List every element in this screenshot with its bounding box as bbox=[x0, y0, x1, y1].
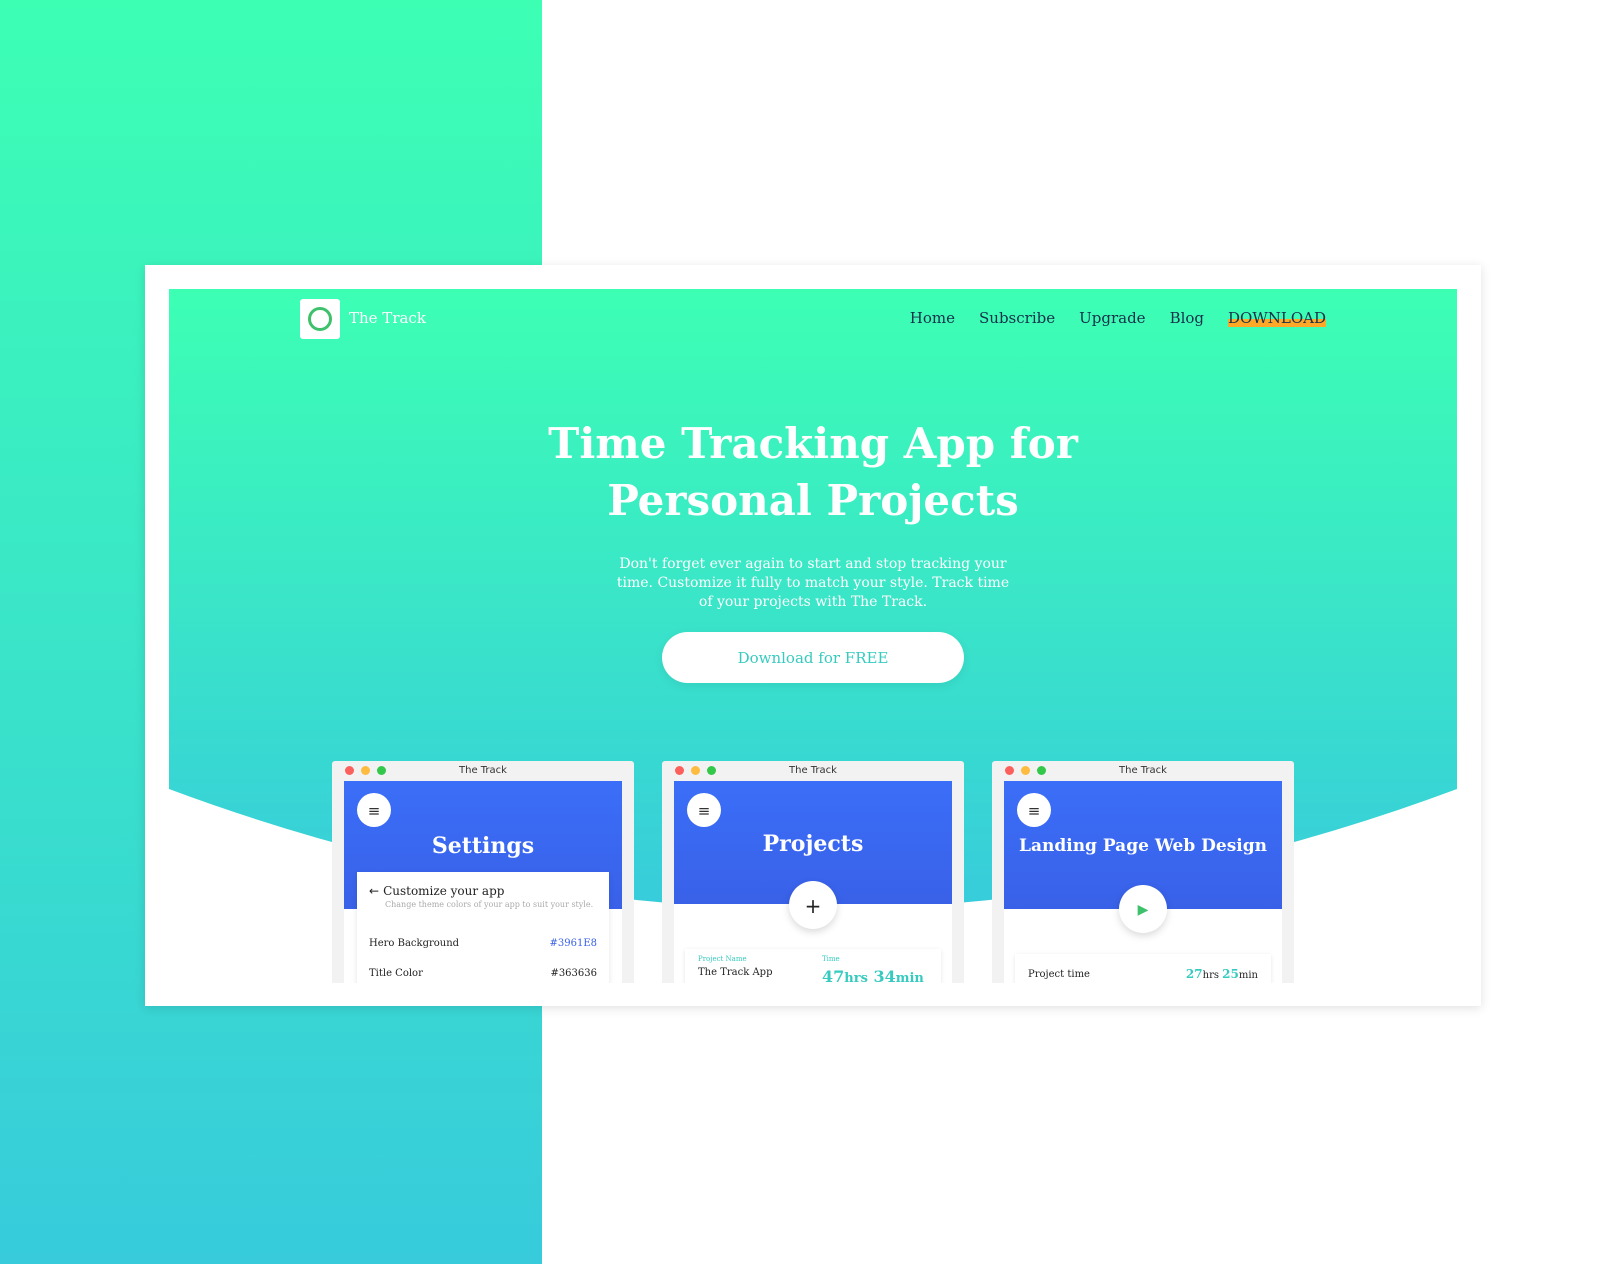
hours-unit: hrs bbox=[1202, 970, 1219, 981]
panel-header[interactable]: ← Customize your app bbox=[369, 884, 504, 898]
project-card[interactable]: Project Name The Track App Time 47hrs 34… bbox=[685, 949, 941, 983]
download-free-button[interactable]: Download for FREE bbox=[662, 632, 964, 683]
minutes-unit: min bbox=[1238, 970, 1258, 981]
play-icon[interactable]: ▶ bbox=[1119, 885, 1167, 933]
window-titlebar: The Track bbox=[662, 761, 964, 781]
project-time-label: Project time bbox=[1028, 969, 1090, 980]
landing-hero: The Track Home Subscribe Upgrade Blog DO… bbox=[169, 289, 1457, 983]
window-titlebar: The Track bbox=[992, 761, 1294, 781]
nav-item-subscribe[interactable]: Subscribe bbox=[979, 309, 1055, 327]
nav-item-download[interactable]: DOWNLOAD bbox=[1228, 309, 1326, 327]
setting-label: Title Color bbox=[369, 968, 423, 979]
project-time-card: Project time 27hrs 25min bbox=[1015, 954, 1271, 983]
time-minutes: 34 bbox=[873, 967, 896, 983]
hours-value: 27 bbox=[1185, 967, 1203, 981]
ring-logo-icon bbox=[308, 307, 332, 331]
window-title: The Track bbox=[789, 765, 837, 776]
project-time: 47hrs 34min bbox=[822, 967, 924, 983]
window-titlebar: The Track bbox=[332, 761, 634, 781]
brand-name[interactable]: The Track bbox=[349, 309, 426, 327]
window-title: The Track bbox=[1119, 765, 1167, 776]
back-arrow-icon[interactable]: ← bbox=[369, 884, 379, 898]
app-window-projects: The Track ≡ Projects + Project Name The … bbox=[662, 761, 964, 983]
app-screen: ≡ Projects + Project Name The Track App … bbox=[674, 781, 952, 983]
time-label: Time bbox=[822, 955, 840, 963]
time-minutes-unit: min bbox=[895, 971, 924, 983]
panel-subtitle: Change theme colors of your app to suit … bbox=[385, 900, 594, 909]
app-window-settings: The Track ≡ Settings ← Customize your app… bbox=[332, 761, 634, 983]
logo[interactable] bbox=[300, 299, 340, 339]
time-hours-unit: hrs bbox=[844, 971, 868, 983]
hero-title-line2: Personal Projects bbox=[607, 476, 1019, 525]
hero-title: Time Tracking App for Personal Projects bbox=[169, 415, 1457, 529]
setting-label: Hero Background bbox=[369, 938, 460, 949]
app-screen: ≡ Landing Page Web Design ▶ Project time… bbox=[1004, 781, 1282, 983]
nav-item-upgrade[interactable]: Upgrade bbox=[1079, 309, 1145, 327]
setting-value[interactable]: #3961E8 bbox=[550, 938, 598, 949]
settings-panel: ← Customize your app Change theme colors … bbox=[357, 872, 609, 983]
nav-item-blog[interactable]: Blog bbox=[1170, 309, 1204, 327]
project-time-value: 27hrs 25min bbox=[1186, 967, 1258, 981]
panel-title: Customize your app bbox=[383, 884, 505, 898]
nav-item-home[interactable]: Home bbox=[910, 309, 955, 327]
minutes-value: 25 bbox=[1222, 967, 1239, 981]
window-title: The Track bbox=[459, 765, 507, 776]
app-screen: ≡ Settings ← Customize your app Change th… bbox=[344, 781, 622, 983]
add-project-plus-icon[interactable]: + bbox=[789, 881, 837, 929]
app-window-project-detail: The Track ≡ Landing Page Web Design ▶ Pr… bbox=[992, 761, 1294, 983]
hamburger-menu-icon[interactable]: ≡ bbox=[357, 793, 391, 827]
hero-subtitle: Don't forget ever again to start and sto… bbox=[616, 556, 1010, 610]
time-hours: 47 bbox=[822, 967, 845, 983]
project-name-label: Project Name bbox=[698, 955, 747, 963]
screen-title: Landing Page Web Design bbox=[1019, 836, 1267, 856]
setting-value[interactable]: #363636 bbox=[550, 968, 597, 979]
screen-title: Settings bbox=[431, 833, 535, 859]
main-nav: Home Subscribe Upgrade Blog DOWNLOAD bbox=[910, 309, 1326, 327]
preview-card: The Track Home Subscribe Upgrade Blog DO… bbox=[145, 265, 1481, 1006]
hamburger-menu-icon[interactable]: ≡ bbox=[1017, 793, 1051, 827]
screen-title: Projects bbox=[762, 831, 864, 857]
hamburger-menu-icon[interactable]: ≡ bbox=[687, 793, 721, 827]
project-name: The Track App bbox=[698, 967, 773, 978]
hero-title-line1: Time Tracking App for bbox=[548, 419, 1078, 468]
